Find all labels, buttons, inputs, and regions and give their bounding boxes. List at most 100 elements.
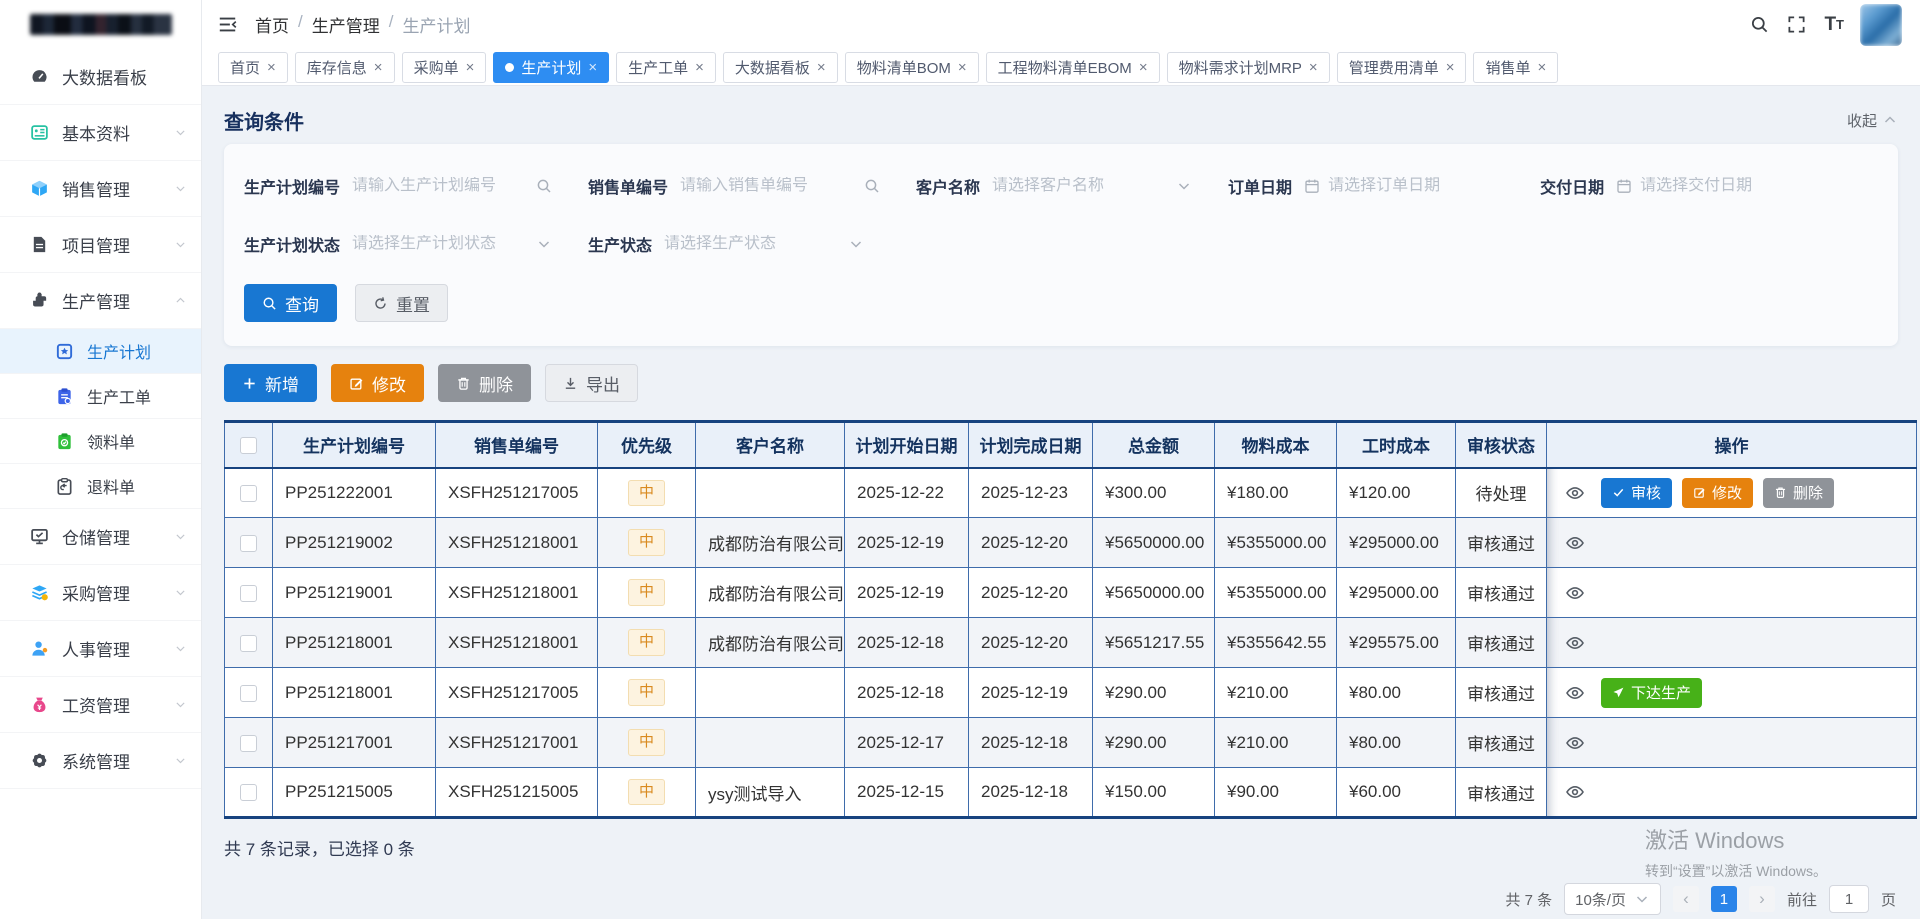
font-size-icon[interactable]: TT	[1824, 14, 1844, 36]
order-date-input[interactable]	[1328, 177, 1504, 195]
view-button[interactable]	[1565, 782, 1585, 802]
production-status-input[interactable]	[664, 235, 840, 253]
tab-工程物料清单EBOM[interactable]: 工程物料清单EBOM ×	[986, 52, 1160, 83]
reset-button[interactable]: 重置	[355, 284, 448, 322]
row-checkbox[interactable]	[240, 784, 257, 801]
tab-采购单[interactable]: 采购单×	[402, 52, 487, 83]
view-button[interactable]	[1565, 583, 1585, 603]
export-button[interactable]: 导出	[545, 364, 638, 402]
selection-summary: 共 7 条记录，已选择 0 条	[224, 835, 1898, 860]
row-checkbox[interactable]	[240, 585, 257, 602]
cell-customer: 成都防治有限公司	[696, 618, 845, 668]
download-icon	[563, 376, 578, 391]
page-size-select[interactable]: 10条/页	[1564, 883, 1661, 915]
cell-customer	[696, 718, 845, 768]
close-icon[interactable]: ×	[374, 59, 383, 76]
view-button[interactable]	[1565, 633, 1585, 653]
close-icon[interactable]: ×	[958, 59, 967, 76]
row-checkbox[interactable]	[240, 635, 257, 652]
goto-page-input[interactable]	[1829, 885, 1869, 913]
row-checkbox[interactable]	[240, 485, 257, 502]
view-button[interactable]	[1565, 483, 1585, 503]
sidebar-item-工资管理[interactable]: 工资管理	[0, 677, 201, 733]
close-icon[interactable]: ×	[466, 59, 475, 76]
sidebar-item-领料单[interactable]: 领料单	[0, 419, 201, 464]
production-plan-no-input[interactable]	[352, 177, 528, 195]
prev-page-button[interactable]: ‹	[1673, 886, 1699, 912]
breadcrumb-production-management[interactable]: 生产管理	[312, 12, 380, 37]
delete-button-label: 删除	[479, 371, 513, 396]
close-icon[interactable]: ×	[1537, 59, 1546, 76]
sidebar-item-销售管理[interactable]: 销售管理	[0, 161, 201, 217]
sidebar-item-生产计划[interactable]: 生产计划	[0, 329, 201, 374]
tab-label: 工程物料清单EBOM	[998, 57, 1132, 78]
search-icon[interactable]	[1750, 15, 1769, 34]
row-dispatch-button[interactable]: 下达生产	[1601, 678, 1702, 708]
query-form: 生产计划编号 销售单编号 客户名称	[224, 144, 1898, 346]
customer-name-select[interactable]	[992, 168, 1192, 204]
row-delete-button[interactable]: 删除	[1763, 478, 1834, 508]
sidebar-item-采购管理[interactable]: 采购管理	[0, 565, 201, 621]
customer-name-input[interactable]	[992, 177, 1168, 195]
collapse-query-button[interactable]: 收起	[1847, 110, 1898, 131]
avatar-image	[1860, 4, 1902, 46]
close-icon[interactable]: ×	[267, 59, 276, 76]
tab-生产工单[interactable]: 生产工单×	[616, 52, 716, 83]
sidebar-item-生产管理[interactable]: 生产管理	[0, 273, 201, 329]
production-status-select[interactable]	[664, 226, 864, 262]
close-icon[interactable]: ×	[1309, 59, 1318, 76]
delivery-date-picker[interactable]	[1616, 168, 1816, 204]
sidebar-item-生产工单[interactable]: 生产工单	[0, 374, 201, 419]
fullscreen-icon[interactable]	[1787, 15, 1806, 34]
search-icon	[536, 178, 552, 194]
view-button[interactable]	[1565, 533, 1585, 553]
sidebar-item-人事管理[interactable]: 人事管理	[0, 621, 201, 677]
close-icon[interactable]: ×	[588, 59, 597, 76]
tab-销售单[interactable]: 销售单×	[1473, 52, 1558, 83]
row-checkbox[interactable]	[240, 735, 257, 752]
close-icon[interactable]: ×	[1139, 59, 1148, 76]
order-date-picker[interactable]	[1304, 168, 1504, 204]
row-approve-button[interactable]: 审核	[1601, 478, 1672, 508]
close-icon[interactable]: ×	[1446, 59, 1455, 76]
next-page-button[interactable]: ›	[1749, 886, 1775, 912]
tab-首页[interactable]: 首页×	[218, 52, 288, 83]
breadcrumb-home[interactable]: 首页	[255, 12, 289, 37]
sidebar-item-退料单[interactable]: 退料单	[0, 464, 201, 509]
tab-物料需求计划MRP[interactable]: 物料需求计划MRP×	[1167, 52, 1330, 83]
delete-button[interactable]: 删除	[438, 364, 531, 402]
collapse-sidebar-icon[interactable]	[218, 15, 237, 34]
select-all-checkbox[interactable]	[240, 437, 257, 454]
row-actions-cell	[1547, 518, 1917, 568]
add-button[interactable]: 新增	[224, 364, 317, 402]
sidebar-item-仓储管理[interactable]: 仓储管理	[0, 509, 201, 565]
sales-order-no-input[interactable]	[680, 177, 856, 195]
close-icon[interactable]: ×	[695, 59, 704, 76]
row-edit-button[interactable]: 修改	[1682, 478, 1753, 508]
plan-status-select[interactable]	[352, 226, 552, 262]
tab-大数据看板[interactable]: 大数据看板×	[723, 52, 838, 83]
tab-物料清单BOM[interactable]: 物料清单BOM×	[845, 52, 979, 83]
view-button[interactable]	[1565, 733, 1585, 753]
close-icon[interactable]: ×	[817, 59, 826, 76]
row-checkbox[interactable]	[240, 685, 257, 702]
tab-生产计划[interactable]: 生产计划×	[493, 52, 609, 83]
sidebar-item-基本资料[interactable]: 基本资料	[0, 105, 201, 161]
tab-管理费用清单[interactable]: 管理费用清单×	[1337, 52, 1467, 83]
row-checkbox[interactable]	[240, 535, 257, 552]
cell-total: ¥5651217.55	[1093, 618, 1215, 668]
plan-status-input[interactable]	[352, 235, 528, 253]
sidebar-item-系统管理[interactable]: 系统管理	[0, 733, 201, 789]
search-button[interactable]: 查询	[244, 284, 337, 322]
sidebar-item-大数据看板[interactable]: 大数据看板	[0, 49, 201, 105]
user-avatar[interactable]	[1860, 4, 1902, 46]
topbar-actions: TT	[1732, 4, 1902, 46]
delivery-date-input[interactable]	[1640, 177, 1816, 195]
sidebar-item-项目管理[interactable]: 项目管理	[0, 217, 201, 273]
tab-库存信息[interactable]: 库存信息×	[295, 52, 395, 83]
cell-plan_no: PP251217001	[273, 718, 436, 768]
page-1-button[interactable]: 1	[1711, 886, 1737, 912]
edit-button[interactable]: 修改	[331, 364, 424, 402]
view-button[interactable]	[1565, 683, 1585, 703]
row-select-cell	[225, 618, 273, 668]
